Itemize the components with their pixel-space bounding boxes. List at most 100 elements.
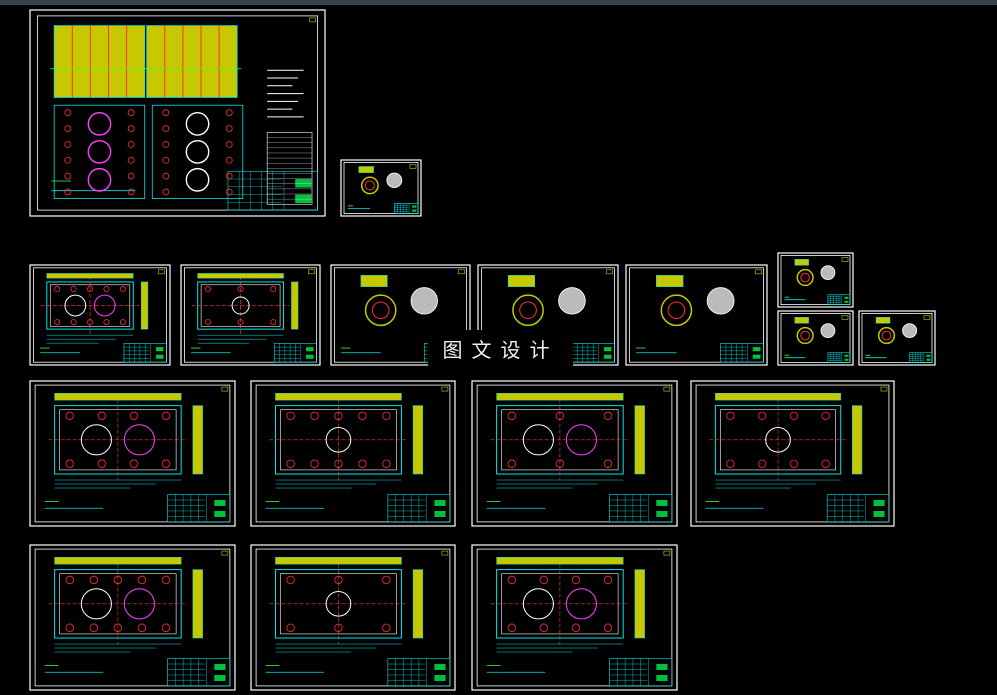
drawing-sheet[interactable] — [250, 544, 456, 691]
drawing-sheet[interactable] — [180, 264, 321, 366]
title-block — [273, 343, 317, 363]
hole — [358, 411, 367, 421]
hole — [119, 319, 126, 326]
part-section — [360, 275, 388, 287]
drawing-sheet[interactable] — [29, 380, 236, 527]
part-3d-view — [706, 287, 735, 315]
title-block — [827, 352, 851, 363]
top-section — [54, 393, 182, 401]
side-section — [192, 569, 203, 639]
roughness-symbol — [841, 257, 849, 262]
title-block — [387, 494, 451, 523]
part-section — [507, 275, 535, 287]
side-section — [140, 281, 149, 330]
hole — [286, 459, 295, 468]
title-block-cell — [603, 347, 612, 352]
hole — [162, 188, 170, 196]
sheet-inner-frame — [629, 267, 764, 363]
hole — [119, 286, 126, 293]
sheet-border — [625, 264, 768, 366]
sheet-inner-frame — [861, 312, 933, 363]
drawing-sheet[interactable] — [777, 252, 854, 308]
title-block-cell — [844, 296, 849, 299]
title-block-cell — [214, 510, 226, 517]
part-view-circle — [364, 294, 397, 327]
title-block-cell — [656, 510, 668, 517]
roughness-symbol — [221, 550, 229, 556]
hole — [382, 623, 391, 632]
hole — [603, 623, 613, 632]
roughness-symbol — [158, 269, 165, 275]
cad-viewport[interactable]: 图文设计 — [0, 0, 997, 695]
title-block-cell — [412, 205, 417, 208]
title-block-cell — [305, 354, 314, 359]
drawing-sheet[interactable] — [29, 544, 236, 691]
drawing-sheet[interactable] — [777, 310, 854, 366]
roughness-symbol — [663, 386, 671, 392]
assembly-section-view — [53, 25, 146, 98]
title-block — [826, 494, 890, 523]
hole — [162, 156, 170, 164]
side-section — [634, 405, 645, 475]
hole — [70, 286, 77, 293]
hole — [270, 286, 277, 293]
roughness-symbol — [663, 550, 671, 556]
hole — [161, 411, 171, 421]
hole — [382, 411, 391, 421]
drawing-sheet[interactable] — [250, 380, 456, 527]
title-block-cell — [434, 510, 446, 517]
title-block — [167, 658, 231, 687]
drawing-sheet[interactable] — [29, 264, 171, 366]
hole — [64, 172, 72, 180]
part-view-circle — [660, 294, 693, 327]
hole — [603, 459, 613, 468]
part-bore — [364, 180, 375, 191]
drawing-sheet[interactable] — [471, 380, 678, 527]
hole — [286, 411, 295, 421]
hole — [54, 319, 61, 326]
part-section — [794, 259, 809, 266]
top-section — [496, 393, 624, 401]
cavity-circle — [87, 167, 112, 192]
hole — [97, 411, 107, 421]
title-block-cell — [926, 358, 931, 361]
drawing-sheet[interactable] — [690, 380, 895, 527]
roughness-symbol — [841, 315, 849, 320]
roughness-symbol — [441, 386, 449, 392]
hole — [310, 411, 319, 421]
title-block — [123, 343, 167, 363]
title-block-cell — [155, 347, 164, 352]
part-view-circle — [360, 176, 379, 195]
part-3d-view — [410, 287, 438, 315]
cavity-circle — [185, 139, 210, 164]
hole — [507, 459, 516, 468]
part-view-circle — [512, 294, 544, 327]
hole — [64, 125, 72, 132]
drawing-sheet[interactable] — [625, 264, 768, 366]
drawing-sheet[interactable] — [471, 544, 678, 691]
drawing-sheet[interactable] — [858, 310, 936, 366]
roughness-symbol — [309, 17, 316, 23]
title-block-cell — [844, 300, 849, 303]
title-block — [394, 203, 419, 214]
hole — [205, 319, 211, 326]
hole — [382, 575, 391, 585]
hole — [70, 319, 77, 326]
side-section — [291, 281, 299, 330]
title-block-cell — [844, 358, 849, 361]
part-3d-view — [558, 287, 586, 315]
title-block — [571, 343, 615, 363]
hole — [89, 575, 99, 585]
hole — [726, 459, 735, 468]
drawing-sheet[interactable] — [29, 9, 326, 217]
hole — [103, 286, 110, 293]
title-block-cell — [305, 347, 314, 352]
roughness-symbol — [308, 269, 315, 275]
title-block-cell — [295, 179, 312, 188]
hole — [225, 109, 233, 117]
hole — [571, 623, 581, 632]
side-section — [412, 405, 424, 475]
title-block-cell — [434, 664, 446, 671]
sheet-inner-frame — [780, 254, 851, 305]
drawing-sheet[interactable] — [340, 159, 422, 217]
